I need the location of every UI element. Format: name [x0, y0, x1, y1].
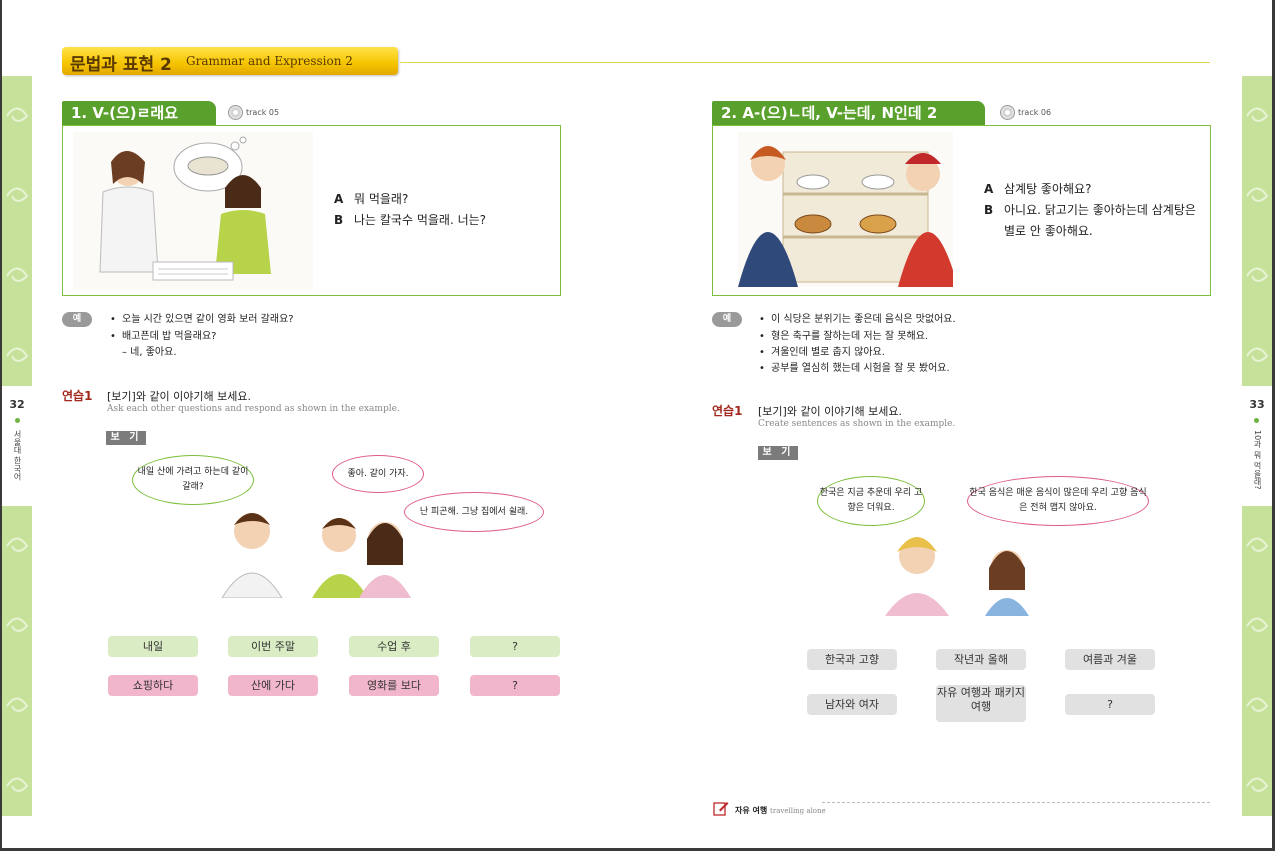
- footer-label: 자유 여행 travelling alone: [735, 806, 826, 815]
- option-left-r1-1: 내일: [108, 636, 198, 657]
- section2-box: A 삼계탕 좋아해요? B 아니요. 닭고기는 좋아하는데 삼계탕은 별로 안 좋아…: [712, 125, 1211, 296]
- option-right-r1-1: 한국과 고향: [807, 649, 897, 670]
- left-page-number: 32: [9, 398, 25, 411]
- cd-icon: [228, 105, 243, 120]
- example-right-2: • 형은 축구를 잘하는데 저는 잘 못해요.: [759, 331, 929, 342]
- right-side-tab-bottom: [1242, 506, 1272, 816]
- option-right-r2-2: 자유 여행과 패키지여행: [936, 685, 1026, 722]
- example-badge-right: 예: [712, 312, 742, 327]
- restaurant-illustration-right: [738, 132, 953, 287]
- option-left-r1-3: 수업 후: [349, 636, 439, 657]
- footer-rule: [822, 802, 1210, 803]
- speech-bubble-right-2: 한국 음식은 매운 음식이 많은데 우리 고향 음식은 전혀 맵지 않아요.: [967, 476, 1149, 526]
- bogi-label-right: 보 기: [758, 446, 798, 460]
- example-left-1: • 오늘 시간 있으면 같이 영화 보러 갈래요?: [110, 314, 294, 325]
- practice-label-left: 연습1: [62, 389, 93, 403]
- dialogue2-line-b: B 아니요. 닭고기는 좋아하는데 삼계탕은: [984, 203, 1196, 217]
- right-side-tab-top: [1242, 76, 1272, 386]
- speech-bubble-right-1: 한국은 지금 추운데 우리 고향은 더워요.: [817, 476, 925, 526]
- option-left-r1-2: 이번 주말: [228, 636, 318, 657]
- track-06-label: track 06: [1018, 108, 1052, 117]
- practice-instruction-en-left: Ask each other questions and respond as …: [107, 404, 400, 414]
- right-page-number: 33: [1249, 398, 1265, 411]
- chapter-banner: 문법과 표현 2 Grammar and Expression 2: [62, 47, 398, 75]
- left-page-dot: [15, 418, 20, 423]
- track-05-label: track 05: [246, 108, 280, 117]
- option-left-r1-4: ?: [470, 636, 560, 657]
- dialogue1: A뭐 먹을래? B 나는 칼국수 먹을래. 너는?: [334, 189, 486, 231]
- option-left-r2-2: 산에 가다: [228, 675, 318, 696]
- banner-rule: [400, 62, 1210, 63]
- example-badge-left: 예: [62, 312, 92, 327]
- dialogue2-line-a: A 삼계탕 좋아해요?: [984, 182, 1092, 196]
- option-right-r2-1: 남자와 여자: [807, 694, 897, 715]
- option-left-r2-1: 쇼핑하다: [108, 675, 198, 696]
- right-side-text: 10과 뭐 먹을래?: [1253, 430, 1262, 490]
- practice-people-left: [221, 513, 411, 598]
- left-side-tab-bottom: [2, 506, 32, 816]
- section2-title: 2. A-(으)ㄴ데, V-는데, N인데 2: [712, 101, 985, 125]
- banner-title-ko: 문법과 표현 2: [70, 55, 172, 75]
- bogi-label-left: 보 기: [106, 431, 146, 445]
- track-05[interactable]: track 05: [228, 105, 279, 120]
- practice-instruction-en-right: Create sentences as shown in the example…: [758, 419, 956, 429]
- practice-instruction-ko-left: [보기]와 같이 이야기해 보세요.: [107, 390, 252, 403]
- speech-bubble-left-1: 내일 산에 가려고 하는데 같이 갈래?: [132, 455, 254, 505]
- example-right-3: • 겨울인데 별로 춥지 않아요.: [759, 347, 885, 358]
- section1-title: 1. V-(으)ㄹ래요: [62, 101, 216, 125]
- pencil-note-icon: [713, 802, 729, 816]
- option-left-r2-3: 영화를 보다: [349, 675, 439, 696]
- speech-bubble-left-2: 좋아. 같이 가자.: [332, 455, 424, 493]
- dialogue1-line-b: B 나는 칼국수 먹을래. 너는?: [334, 213, 487, 227]
- dialogue1-line-a: A뭐 먹을래?: [334, 192, 409, 206]
- option-left-r2-4: ?: [470, 675, 560, 696]
- track-06[interactable]: track 06: [1000, 105, 1051, 120]
- section1-box: A뭐 먹을래? B 나는 칼국수 먹을래. 너는?: [62, 125, 561, 296]
- cd-icon: [1000, 105, 1015, 120]
- option-right-r1-2: 작년과 올해: [936, 649, 1026, 670]
- speech-bubble-left-3: 난 피곤해. 그냥 집에서 쉴래.: [404, 492, 544, 532]
- practice-people-right: [885, 537, 1029, 616]
- restaurant-illustration-left: [73, 132, 313, 290]
- banner-title-en: Grammar and Expression 2: [186, 54, 353, 68]
- example-right-1: • 이 식당은 분위기는 좋은데 음식은 맛없어요.: [759, 314, 956, 325]
- example-left-2: • 배고픈데 밥 먹을래요?: [110, 331, 217, 342]
- dialogue2-line-b2: 별로 안 좋아해요.: [1004, 224, 1093, 238]
- practice-instruction-ko-right: [보기]와 같이 이야기해 보세요.: [758, 405, 903, 418]
- practice-label-right: 연습1: [712, 404, 743, 418]
- example-left-3: – 네, 좋아요.: [122, 347, 177, 358]
- right-page-dot: [1254, 418, 1259, 423]
- example-right-4: • 공부를 열심히 했는데 시험을 잘 못 봤어요.: [759, 363, 950, 374]
- option-right-r2-3: ?: [1065, 694, 1155, 715]
- dialogue2: A 삼계탕 좋아해요? B 아니요. 닭고기는 좋아하는데 삼계탕은 별로 안 좋아…: [984, 179, 1196, 242]
- textbook-spread: 32 서울대 한국어 33 10과 뭐 먹을래? 문법과 표현 2 Gramma…: [2, 0, 1272, 848]
- left-side-tab-top: [2, 76, 32, 386]
- left-side-text: 서울대 한국어: [13, 430, 22, 481]
- option-right-r1-3: 여름과 겨울: [1065, 649, 1155, 670]
